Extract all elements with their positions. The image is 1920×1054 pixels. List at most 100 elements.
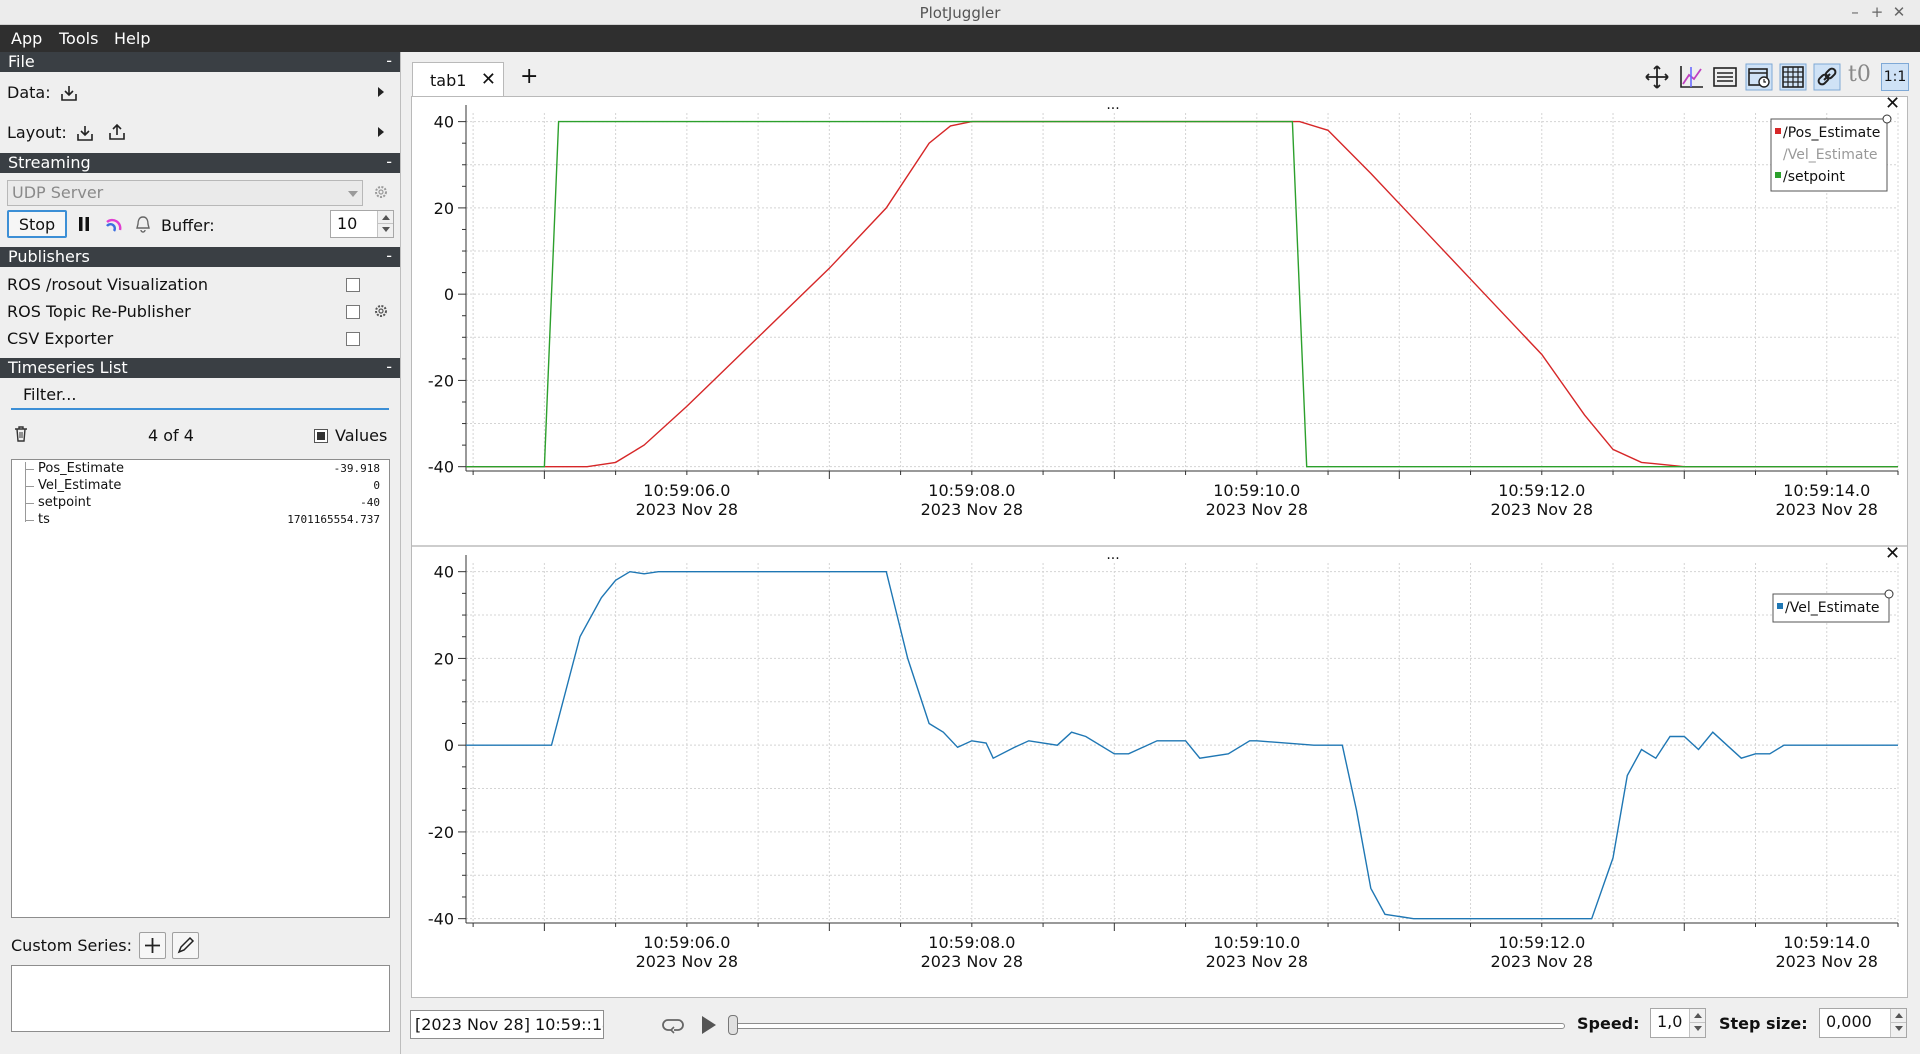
publishers-section-header[interactable]: Publishers - [0, 246, 400, 267]
grid-icon[interactable] [1779, 63, 1807, 91]
legend-swatch [1775, 172, 1781, 178]
menu-tools[interactable]: Tools [59, 29, 98, 48]
step-increment-button[interactable] [1890, 1009, 1906, 1023]
speed-increment-button[interactable] [1689, 1009, 1705, 1023]
x-tick-label-time: 10:59:12.0 [1498, 933, 1585, 952]
time-calendar-icon[interactable] [1745, 63, 1773, 91]
buffer-spinbox[interactable]: 10 [330, 210, 394, 238]
tree-item-ts[interactable]: ts 1701165554.737 [12, 512, 388, 529]
publisher-republisher-checkbox[interactable] [346, 305, 360, 319]
republisher-settings-gear-icon[interactable] [373, 303, 389, 319]
play-icon[interactable] [698, 1013, 720, 1037]
close-plot-icon[interactable]: ✕ [1885, 547, 1900, 564]
loop-icon[interactable] [661, 1013, 685, 1037]
step-decrement-button[interactable] [1890, 1023, 1906, 1037]
t0-icon[interactable]: t0 [1848, 62, 1876, 90]
collapse-icon[interactable]: - [386, 51, 392, 70]
data-label: Data: [7, 83, 51, 102]
stop-streaming-button[interactable]: Stop [7, 210, 67, 238]
close-plot-icon[interactable]: ✕ [1885, 97, 1900, 114]
x-tick-label-date: 2023 Nov 28 [636, 500, 738, 519]
x-tick-label-time: 10:59:10.0 [1213, 481, 1300, 500]
values-checkbox[interactable] [314, 429, 328, 443]
streaming-source-select[interactable]: UDP Server [7, 180, 363, 206]
x-tick-label-date: 2023 Nov 28 [636, 952, 738, 971]
bottom-plot[interactable]: 40200-20-4010:59:06.02023 Nov 2810:59:08… [412, 547, 1907, 997]
tree-branch-line [25, 486, 34, 487]
tree-item-vel-estimate[interactable]: Vel_Estimate 0 [12, 478, 388, 495]
filter-placeholder: Filter... [23, 385, 77, 404]
rainbow-arc-icon[interactable] [104, 214, 124, 234]
load-data-icon[interactable] [60, 84, 78, 102]
timeseries-section-title: Timeseries List [8, 358, 128, 377]
menu-help[interactable]: Help [114, 29, 150, 48]
load-layout-icon[interactable] [76, 124, 94, 142]
buffer-increment-button[interactable] [377, 211, 393, 224]
timeseries-filter-input[interactable]: Filter... [11, 380, 389, 410]
add-custom-series-button[interactable] [139, 932, 166, 959]
axis-icon[interactable] [1677, 63, 1705, 91]
file-section-header[interactable]: File - [0, 51, 400, 72]
series-name: setpoint [38, 495, 92, 510]
t0-text: t0 [1848, 62, 1871, 87]
ratio-text: 1:1 [1883, 69, 1907, 85]
add-tab-icon[interactable]: + [520, 64, 538, 89]
collapse-icon[interactable]: - [386, 357, 392, 376]
timeline-slider[interactable] [731, 1023, 1565, 1029]
menu-bar: App Tools Help [0, 25, 1920, 52]
publishers-section-title: Publishers [8, 247, 90, 266]
close-tab-icon[interactable]: ✕ [481, 69, 496, 90]
streaming-section-header[interactable]: Streaming - [0, 152, 400, 173]
collapse-icon[interactable]: - [386, 246, 392, 265]
custom-series-list[interactable] [11, 965, 390, 1032]
x-tick-label-date: 2023 Nov 28 [1206, 952, 1308, 971]
x-tick-label-date: 2023 Nov 28 [1776, 500, 1878, 519]
series-value: 1701165554.737 [287, 513, 380, 526]
publisher-rosout-checkbox[interactable] [346, 278, 360, 292]
y-tick-label: -20 [428, 371, 454, 390]
list-icon[interactable] [1711, 63, 1739, 91]
speed-spinbox[interactable]: 1,0 [1650, 1008, 1706, 1038]
publisher-csv-checkbox[interactable] [346, 332, 360, 346]
tab-tab1[interactable]: tab1 ✕ [412, 62, 504, 96]
legend-label: /Vel_Estimate [1785, 600, 1880, 616]
step-size-spinbox[interactable]: 0,000 [1819, 1008, 1907, 1038]
bell-icon[interactable] [134, 214, 152, 234]
layout-expand-arrow-icon[interactable] [378, 127, 384, 137]
tree-branch-line [25, 520, 34, 521]
legend-label: /setpoint [1783, 169, 1845, 185]
close-window-button[interactable]: ✕ [1890, 3, 1908, 21]
minimize-button[interactable]: – [1846, 3, 1864, 21]
link-icon[interactable] [1813, 63, 1841, 91]
save-layout-icon[interactable] [108, 123, 126, 141]
maximize-button[interactable]: + [1868, 3, 1886, 21]
buffer-label: Buffer: [161, 216, 215, 235]
streaming-settings-gear-icon[interactable] [373, 184, 389, 200]
timeseries-section-header[interactable]: Timeseries List - [0, 357, 400, 378]
values-label: Values [335, 426, 388, 445]
y-tick-label: 20 [434, 199, 454, 218]
layout-label: Layout: [7, 123, 67, 142]
y-tick-label: 0 [444, 736, 454, 755]
window-titlebar: PlotJuggler – + ✕ [0, 0, 1920, 25]
top-plot[interactable]: 40200-20-4010:59:06.02023 Nov 2810:59:08… [412, 97, 1907, 545]
ratio-1-1-icon[interactable]: 1:1 [1881, 63, 1909, 91]
collapse-icon[interactable]: - [386, 152, 392, 171]
tree-item-pos-estimate[interactable]: Pos_Estimate -39.918 [12, 461, 388, 478]
data-expand-arrow-icon[interactable] [378, 87, 384, 97]
move-icon[interactable] [1643, 63, 1671, 91]
trash-icon[interactable] [13, 425, 29, 443]
timeseries-tree[interactable]: Pos_Estimate -39.918 Vel_Estimate 0 setp… [11, 459, 390, 918]
tree-item-setpoint[interactable]: setpoint -40 [12, 495, 388, 512]
pause-icon[interactable] [77, 215, 91, 233]
publisher-label: ROS Topic Re-Publisher [7, 302, 191, 321]
y-tick-label: 40 [434, 113, 454, 132]
timeline-slider-handle[interactable] [728, 1015, 738, 1035]
menu-app[interactable]: App [11, 29, 42, 48]
speed-decrement-button[interactable] [1689, 1023, 1705, 1037]
x-tick-label-time: 10:59:14.0 [1783, 933, 1870, 952]
legend-label: /Pos_Estimate [1783, 125, 1880, 141]
legend-swatch [1777, 603, 1783, 609]
buffer-decrement-button[interactable] [377, 224, 393, 237]
edit-custom-series-button[interactable] [172, 932, 199, 959]
